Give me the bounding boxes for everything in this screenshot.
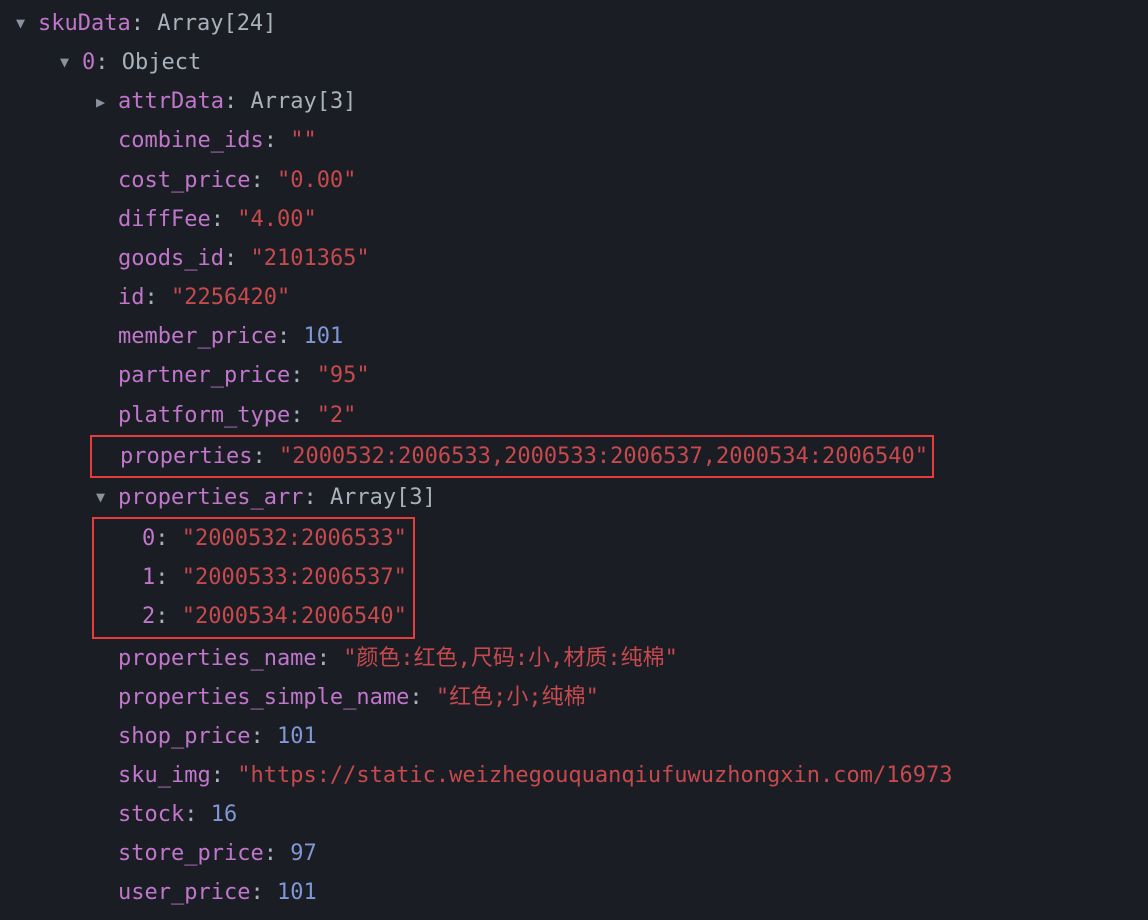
key-label: goods_id <box>118 239 224 278</box>
value-string: "0.00" <box>277 161 356 200</box>
value-number: 101 <box>277 717 317 756</box>
tree-row-shop_price[interactable]: shop_price: 101 <box>0 717 1148 756</box>
tree-row-sku_img[interactable]: sku_img: "https://static.weizhegouquanqi… <box>0 756 1148 795</box>
value-string: "2101365" <box>250 239 369 278</box>
value-string: "" <box>290 121 317 160</box>
colon: : <box>224 239 237 278</box>
value-string: "2" <box>317 396 357 435</box>
key-label: 2 <box>142 597 155 636</box>
value-number: 16 <box>211 795 238 834</box>
colon: : <box>264 834 277 873</box>
key-label: shop_price <box>118 717 250 756</box>
caret-down-icon[interactable] <box>96 484 118 511</box>
key-label: attrData <box>118 82 224 121</box>
tree-row-diffFee[interactable]: diffFee: "4.00" <box>0 200 1148 239</box>
highlight-box-group: 0: "2000532:2006533" 1: "2000533:2006537… <box>92 517 415 638</box>
colon: : <box>250 873 263 912</box>
value-string: "2000532:2006533" <box>182 519 407 558</box>
tree-row-goods_id[interactable]: goods_id: "2101365" <box>0 239 1148 278</box>
value-string: "4.00" <box>237 200 316 239</box>
value-string: "2256420" <box>171 278 290 317</box>
type-info: Object <box>122 43 201 82</box>
key-label: member_price <box>118 317 277 356</box>
caret-down-icon[interactable] <box>16 10 38 37</box>
colon: : <box>155 597 168 636</box>
value-string: "2000533:2006537" <box>182 558 407 597</box>
value-number: 101 <box>303 317 343 356</box>
colon: : <box>409 678 422 717</box>
tree-row-pa1[interactable]: 1: "2000533:2006537" <box>100 558 407 597</box>
colon: : <box>264 121 277 160</box>
tree-row-store_price[interactable]: store_price: 97 <box>0 834 1148 873</box>
tree-row-properties_name[interactable]: properties_name: "颜色:红色,尺码:小,材质:纯棉" <box>0 639 1148 678</box>
value-string: "https://static.weizhegouquanqiufuwuzhon… <box>237 756 952 795</box>
colon: : <box>290 396 303 435</box>
type-info: Array[24] <box>157 4 276 43</box>
value-number: 101 <box>277 873 317 912</box>
colon: : <box>290 356 303 395</box>
colon: : <box>155 558 168 597</box>
tree-row-properties_simple_name[interactable]: properties_simple_name: "红色;小;纯棉" <box>0 678 1148 717</box>
tree-row-attrData[interactable]: attrData: Array[3] <box>0 82 1148 121</box>
colon: : <box>155 519 168 558</box>
value-string: "红色;小;纯棉" <box>436 678 599 717</box>
colon: : <box>211 200 224 239</box>
tree-row-cost_price[interactable]: cost_price: "0.00" <box>0 161 1148 200</box>
tree-row-pa0[interactable]: 0: "2000532:2006533" <box>100 519 407 558</box>
tree-row-member_price[interactable]: member_price: 101 <box>0 317 1148 356</box>
colon: : <box>250 717 263 756</box>
colon: : <box>211 756 224 795</box>
colon: : <box>317 639 330 678</box>
highlight-box: properties: "2000532:2006533,2000533:200… <box>90 435 934 478</box>
colon: : <box>250 161 263 200</box>
key-label: properties_name <box>118 639 317 678</box>
key-label: cost_price <box>118 161 250 200</box>
key-label: diffFee <box>118 200 211 239</box>
caret-right-icon[interactable] <box>96 89 118 116</box>
key-label: combine_ids <box>118 121 264 160</box>
value-number: 97 <box>290 834 317 873</box>
tree-row-partner_price[interactable]: partner_price: "95" <box>0 356 1148 395</box>
key-label: stock <box>118 795 184 834</box>
tree-row-properties[interactable]: properties: "2000532:2006533,2000533:200… <box>0 435 1148 478</box>
type-info: Array[3] <box>330 478 436 517</box>
colon: : <box>303 478 316 517</box>
key-label: store_price <box>118 834 264 873</box>
tree-row-platform_type[interactable]: platform_type: "2" <box>0 396 1148 435</box>
colon: : <box>224 82 237 121</box>
key-label: partner_price <box>118 356 290 395</box>
tree-row-id[interactable]: id: "2256420" <box>0 278 1148 317</box>
key-label: 0 <box>142 519 155 558</box>
key-label: properties <box>120 437 252 476</box>
value-string: "颜色:红色,尺码:小,材质:纯棉" <box>343 639 678 678</box>
key-label: skuData <box>38 4 131 43</box>
colon: : <box>95 43 108 82</box>
key-label: id <box>118 278 145 317</box>
colon: : <box>252 437 265 476</box>
caret-down-icon[interactable] <box>60 49 82 76</box>
key-label: properties_simple_name <box>118 678 409 717</box>
key-label: platform_type <box>118 396 290 435</box>
key-label: 1 <box>142 558 155 597</box>
value-string: "2000532:2006533,2000533:2006537,2000534… <box>279 437 928 476</box>
colon: : <box>145 278 158 317</box>
tree-row-pa2[interactable]: 2: "2000534:2006540" <box>100 597 407 636</box>
key-label: sku_img <box>118 756 211 795</box>
tree-row-stock[interactable]: stock: 16 <box>0 795 1148 834</box>
colon: : <box>131 4 144 43</box>
tree-row-properties_arr[interactable]: properties_arr: Array[3] <box>0 478 1148 517</box>
tree-row-skuData[interactable]: skuData: Array[24] <box>0 4 1148 43</box>
key-label: properties_arr <box>118 478 303 517</box>
value-string: "2000534:2006540" <box>182 597 407 636</box>
key-label: user_price <box>118 873 250 912</box>
colon: : <box>184 795 197 834</box>
colon: : <box>277 317 290 356</box>
tree-row-index-0[interactable]: 0: Object <box>0 43 1148 82</box>
type-info: Array[3] <box>250 82 356 121</box>
tree-row-combine_ids[interactable]: combine_ids: "" <box>0 121 1148 160</box>
value-string: "95" <box>317 356 370 395</box>
key-label: 0 <box>82 43 95 82</box>
tree-row-user_price[interactable]: user_price: 101 <box>0 873 1148 912</box>
